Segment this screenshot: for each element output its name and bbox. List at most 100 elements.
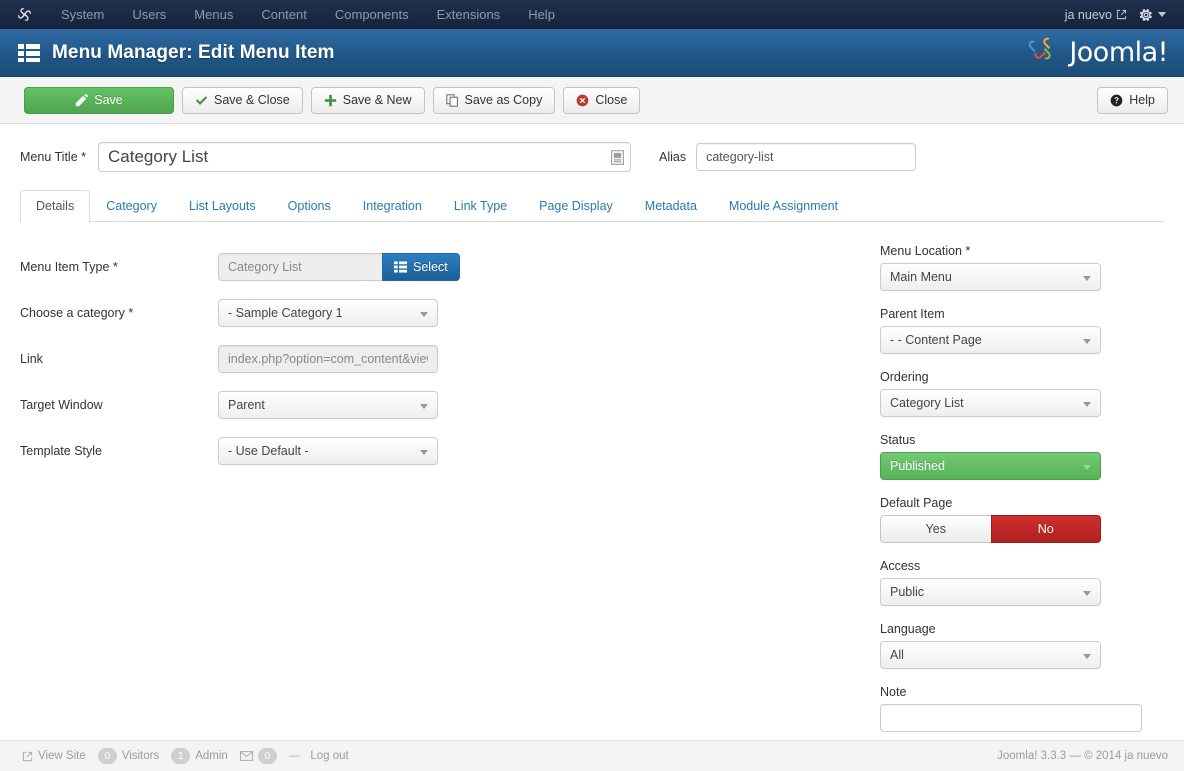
access-group: Access Public [880,559,1105,606]
admin-count-badge: 1 [171,748,191,764]
template-style-row: Template Style - Use Default - [20,428,880,474]
save-and-new-button[interactable]: Save & New [310,86,425,114]
parent-item-value: - - Content Page [890,333,982,347]
admin-label: Admin [195,750,228,762]
tab-metadata[interactable]: Metadata [629,190,713,222]
save-as-copy-button[interactable]: Save as Copy [432,86,556,114]
language-select[interactable]: All [880,641,1101,669]
menu-item-type-input [218,253,382,281]
menu-item-type-row: Menu Item Type * Category List Select [20,244,880,290]
separator-dash: — [288,750,301,762]
parent-item-group: Parent Item - - Content Page [880,307,1105,354]
logout-link[interactable]: Log out [310,750,348,762]
chevron-down-icon [1083,402,1091,407]
top-menu-items: System Users Menus Content Components Ex… [47,0,569,29]
status-group: Status Published [880,433,1105,480]
topnav-item-content[interactable]: Content [247,0,321,29]
status-value: Published [890,459,945,473]
target-window-select[interactable]: Parent [218,391,438,419]
parent-item-select[interactable]: - - Content Page [880,326,1101,354]
main-content: Menu Title * Alias Details Category List… [0,124,1184,748]
plus-icon [324,94,337,107]
tab-options[interactable]: Options [272,190,347,222]
menu-list-icon [18,43,40,63]
template-style-select[interactable]: - Use Default - [218,437,438,465]
admin-status: 1 Admin [171,748,228,764]
tab-bar: Details Category List Layouts Options In… [20,190,1164,222]
tab-category[interactable]: Category [90,190,173,222]
tab-list-layouts[interactable]: List Layouts [173,190,272,222]
visitors-status: 0 Visitors [97,748,160,764]
visitors-label: Visitors [121,750,160,762]
copyright-text: Joomla! 3.3.3 — © 2014 ja nuevo [997,750,1168,762]
note-group: Note [880,685,1142,732]
settings-menu-button[interactable] [1139,8,1166,22]
help-button[interactable]: Help [1097,86,1168,114]
template-style-value: - Use Default - [228,444,309,458]
save-and-close-button[interactable]: Save & Close [182,86,303,114]
access-select[interactable]: Public [880,578,1101,606]
tab-integration[interactable]: Integration [347,190,438,222]
default-page-yes-button[interactable]: Yes [880,515,991,543]
close-icon [576,94,589,107]
tab-module-assignment[interactable]: Module Assignment [713,190,854,222]
note-input[interactable] [880,704,1142,732]
link-label: Link [20,352,43,366]
external-link-icon [22,751,33,762]
default-page-no-button[interactable]: No [990,515,1101,543]
pencil-square-icon [75,93,89,107]
user-menu-link[interactable]: ja nuevo [1065,8,1127,22]
check-icon [195,94,208,107]
menu-location-select[interactable]: Main Menu [880,263,1101,291]
details-form: Menu Item Type * Category List Select Ch… [20,222,1164,748]
tab-link-type[interactable]: Link Type [438,190,523,222]
menu-location-value: Main Menu [890,270,952,284]
access-value: Public [890,585,925,599]
messages-link[interactable]: 0 [239,748,277,764]
tab-page-display[interactable]: Page Display [523,190,629,222]
tab-details[interactable]: Details [20,190,91,222]
editor-toolbar: Save Save & Close Save & New Save as Cop… [0,77,1184,124]
topnav-right-group: ja nuevo [1065,8,1172,22]
choose-category-label: Choose a category * [20,306,134,320]
target-window-label: Target Window [20,398,103,412]
topnav-item-help[interactable]: Help [514,0,569,29]
status-bar: View Site 0 Visitors 1 Admin 0 — Log out… [0,740,1184,771]
details-right-sidebar: Menu Location * Main Menu Parent Item - … [880,244,1142,748]
save-as-copy-label: Save as Copy [464,93,543,107]
ordering-select[interactable]: Category List [880,389,1101,417]
topnav-item-system[interactable]: System [47,0,118,29]
target-window-value: Parent [228,398,265,412]
chevron-down-icon [1083,654,1091,659]
alias-label: Alias [659,150,687,164]
topnav-item-extensions[interactable]: Extensions [423,0,515,29]
page-header-bar: Menu Manager: Edit Menu Item Joomla! [0,29,1184,77]
template-style-label: Template Style [20,444,102,458]
select-button-label: Select [413,260,448,274]
target-window-control: Parent [218,391,880,419]
copy-icon [445,93,459,107]
menu-item-type-group: Select [218,253,880,281]
topnav-item-menus[interactable]: Menus [180,0,247,29]
status-label: Status [880,433,916,447]
view-site-link[interactable]: View Site [22,750,86,762]
template-style-control: - Use Default - [218,437,880,465]
alias-input[interactable] [696,143,917,171]
choose-category-select[interactable]: - Sample Category 1 [218,299,438,327]
chevron-down-icon [1083,276,1091,281]
list-icon [394,261,407,273]
joomla-mark-icon[interactable] [16,6,33,23]
page-title: Menu Manager: Edit Menu Item [52,41,335,63]
choose-category-value: - Sample Category 1 [228,306,343,320]
ordering-value: Category List [890,396,964,410]
close-button[interactable]: Close [563,86,641,114]
menu-title-input[interactable] [98,142,632,172]
select-menu-item-type-button[interactable]: Select [382,253,460,281]
status-select[interactable]: Published [880,452,1101,480]
chevron-down-icon [420,312,428,317]
chevron-down-icon [1158,12,1166,17]
save-button[interactable]: Save [24,86,174,114]
topnav-item-users[interactable]: Users [118,0,180,29]
link-input [218,345,438,373]
topnav-item-components[interactable]: Components [321,0,423,29]
